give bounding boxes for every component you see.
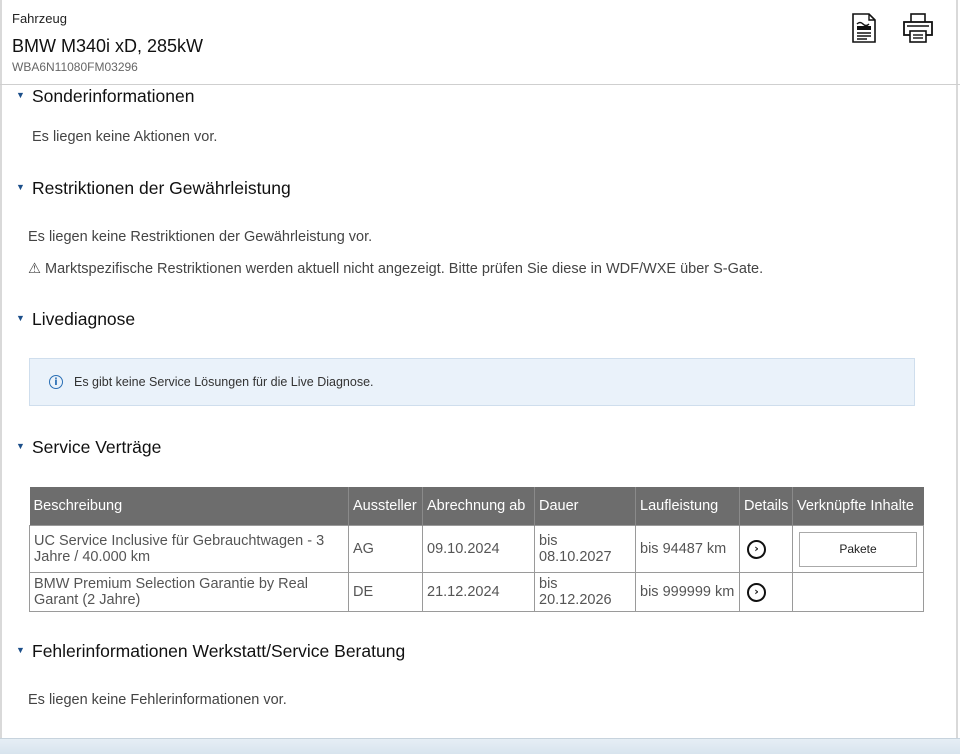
column-header[interactable]: Verknüpfte Inhalte (792, 487, 924, 526)
section-title: Restriktionen der Gewährleistung (32, 178, 291, 198)
cell-abrechnung: 09.10.2024 (422, 525, 535, 573)
restriktionen-warning: ⚠ Marktspezifische Restriktionen werden … (28, 261, 764, 277)
cell-beschreibung: UC Service Inclusive für Gebrauchtwagen … (29, 525, 349, 573)
table-row: UC Service Inclusive für Gebrauchtwagen … (29, 525, 924, 573)
section-service-vertraege[interactable]: ▼ Service Verträge (16, 437, 161, 458)
chevron-down-icon: ▼ (16, 440, 25, 451)
info-text: Es gibt keine Service Lösungen für die L… (74, 375, 374, 389)
section-title: Livediagnose (32, 309, 136, 329)
fehler-text: Es liegen keine Fehlerinformationen vor. (28, 692, 287, 708)
cell-beschreibung: BMW Premium Selection Garantie by Real G… (29, 572, 349, 612)
pakete-button[interactable]: Pakete (799, 531, 917, 567)
vehicle-model: BMW M340i xD, 285kW (12, 36, 204, 56)
column-header[interactable]: Details (739, 487, 793, 526)
section-title: Sonderinformationen (32, 86, 195, 106)
cell-aussteller: AG (348, 525, 423, 573)
column-header[interactable]: Aussteller (348, 487, 423, 526)
vehicle-vin: WBA6N11080FM03296 (12, 60, 138, 74)
column-header[interactable]: Beschreibung (29, 487, 349, 526)
printer-icon[interactable] (902, 12, 934, 44)
cell-details: › (739, 525, 793, 573)
column-header[interactable]: Dauer (534, 487, 636, 526)
section-sonderinformationen[interactable]: ▼ Sonderinformationen (16, 86, 194, 107)
cell-laufleistung: bis 94487 km (635, 525, 740, 573)
cell-inhalte (792, 572, 924, 612)
chevron-down-icon: ▼ (16, 312, 25, 323)
live-diagnose-infobox: i Es gibt keine Service Lösungen für die… (29, 358, 915, 406)
info-icon: i (49, 375, 63, 389)
section-livediagnose[interactable]: ▼ Livediagnose (16, 309, 135, 330)
vehicle-header: Fahrzeug BMW M340i xD, 285kW WBA6N11080F… (0, 0, 960, 85)
section-fehlerinformationen[interactable]: ▼ Fehlerinformationen Werkstatt/Service … (16, 641, 405, 662)
chevron-down-icon: ▼ (16, 89, 25, 100)
sonder-text: Es liegen keine Aktionen vor. (32, 129, 218, 145)
section-title: Service Verträge (32, 437, 162, 457)
cell-aussteller: DE (348, 572, 423, 612)
section-title: Fehlerinformationen Werkstatt/Service Be… (32, 641, 406, 661)
chevron-right-icon[interactable]: › (747, 539, 766, 559)
restriktionen-text: Es liegen keine Restriktionen der Gewähr… (28, 229, 373, 245)
cell-details: › (739, 572, 793, 612)
document-icon[interactable] (848, 12, 880, 44)
chevron-right-icon[interactable]: › (747, 582, 766, 602)
chevron-down-icon: ▼ (16, 644, 25, 655)
service-contracts-table: Beschreibung Aussteller Abrechnung ab Da… (29, 487, 924, 612)
cell-laufleistung: bis 999999 km (635, 572, 740, 612)
cell-inhalte: Pakete (792, 525, 924, 573)
table-header-row: Beschreibung Aussteller Abrechnung ab Da… (29, 487, 924, 526)
vehicle-label: Fahrzeug (12, 11, 67, 26)
column-header[interactable]: Abrechnung ab (422, 487, 535, 526)
cell-dauer: bis 08.10.2027 (534, 525, 636, 573)
cell-abrechnung: 21.12.2024 (422, 572, 535, 612)
table-row: BMW Premium Selection Garantie by Real G… (29, 572, 924, 612)
cell-dauer: bis 20.12.2026 (534, 572, 636, 612)
bottom-strip (0, 738, 960, 754)
column-header[interactable]: Laufleistung (635, 487, 740, 526)
chevron-down-icon: ▼ (16, 181, 25, 192)
section-restriktionen[interactable]: ▼ Restriktionen der Gewährleistung (16, 178, 291, 199)
